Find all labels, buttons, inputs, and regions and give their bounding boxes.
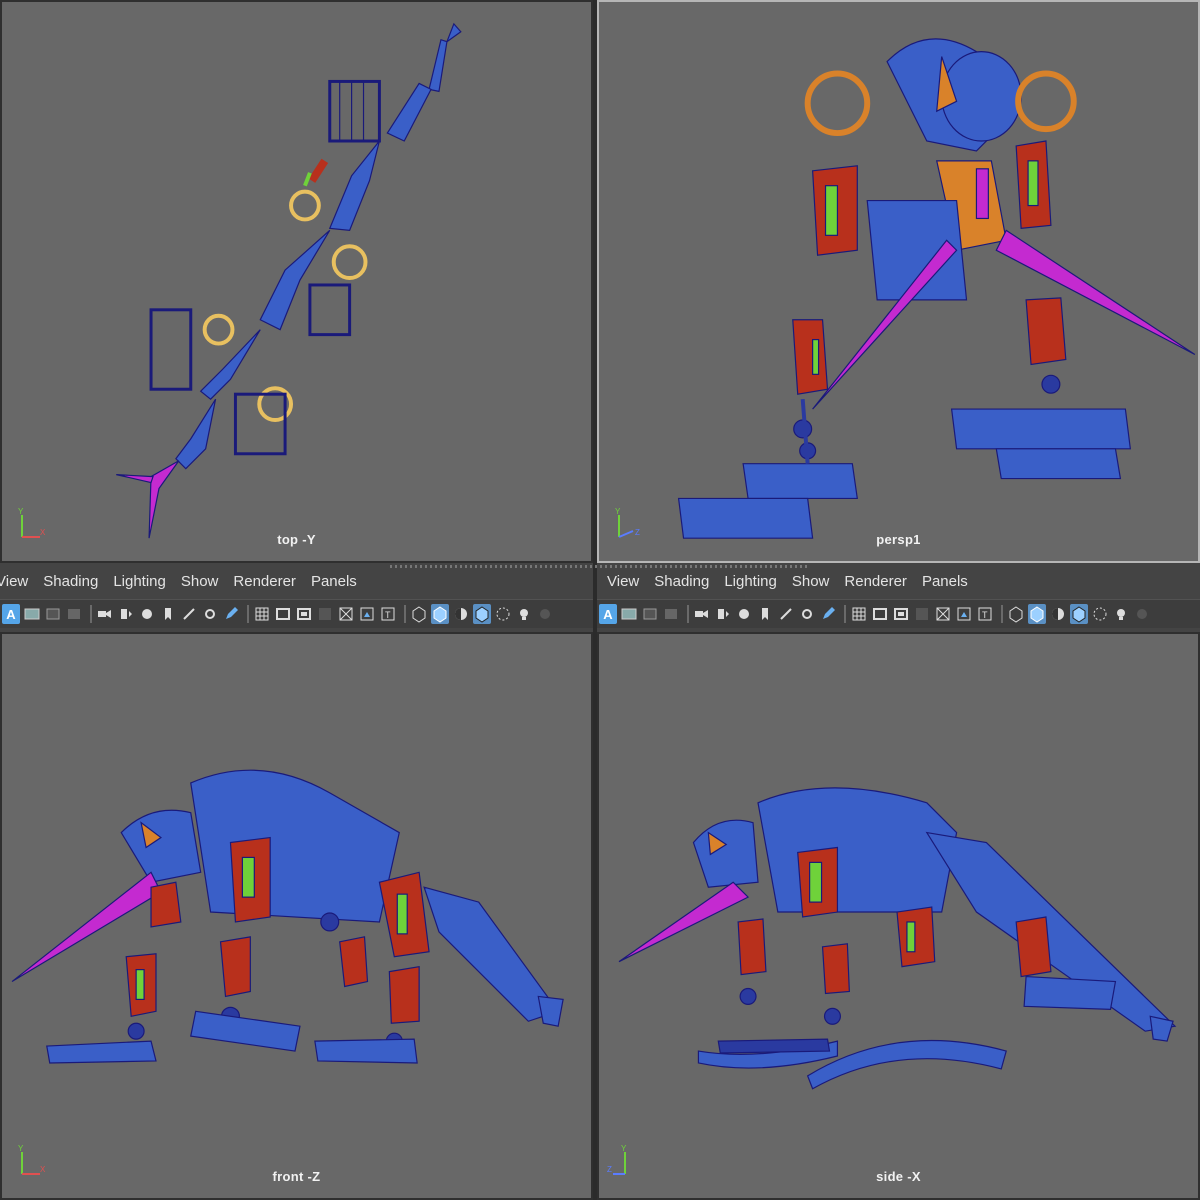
panel-menu-left: View Shading Lighting Show Renderer Pane… [0,563,593,599]
bookmark-flag-icon[interactable] [159,604,177,624]
grease-pencil-icon[interactable] [117,604,135,624]
resolution-gate-icon[interactable] [892,604,910,624]
menu-lighting[interactable]: Lighting [724,573,777,590]
lights-icon[interactable] [515,604,533,624]
viewport-side[interactable]: Y Z side -X [597,632,1200,1200]
axis-y-label: Y [621,1144,627,1153]
viewport-front[interactable]: Y X front -Z [0,632,593,1200]
camera-icon[interactable] [735,604,753,624]
snap-icon[interactable] [180,604,198,624]
grease-pencil-icon[interactable] [714,604,732,624]
robot-model-side-view[interactable] [599,634,1198,1198]
image-plane-icon[interactable] [65,604,83,624]
2d-pan-zoom-icon[interactable] [96,604,114,624]
wireframe-icon[interactable] [1007,604,1025,624]
panel-toolbar-right: View Shading Lighting Show Renderer Pane… [597,563,1200,632]
menu-view[interactable]: View [0,573,28,590]
textured-icon[interactable] [494,604,512,624]
film-gate-icon[interactable] [871,604,889,624]
menu-shading[interactable]: Shading [654,573,709,590]
gate-mask-icon[interactable] [316,604,334,624]
bookmark-icon[interactable] [44,604,62,624]
gate-mask-icon[interactable] [913,604,931,624]
pan-icon[interactable] [798,604,816,624]
2d-pan-zoom-icon[interactable] [693,604,711,624]
axis-y-label: Y [18,1144,24,1153]
textured-icon[interactable] [1091,604,1109,624]
svg-text:T: T [385,610,391,620]
bookmark-flag-icon[interactable] [756,604,774,624]
default-material-icon[interactable] [452,604,470,624]
viewport-persp[interactable]: Y Z persp1 [597,0,1200,563]
menu-show[interactable]: Show [181,573,219,590]
shadows-icon[interactable] [1133,604,1151,624]
field-chart-icon[interactable] [337,604,355,624]
image-plane-icon[interactable] [662,604,680,624]
pane-resize-handle[interactable] [390,565,810,568]
bookmark-icon[interactable] [641,604,659,624]
safe-action-icon[interactable] [358,604,376,624]
menu-renderer[interactable]: Renderer [844,573,907,590]
camera-label-top: top -Y [277,532,316,547]
menu-panels[interactable]: Panels [311,573,357,590]
axis-y-label: Y [18,507,24,516]
safe-action-icon[interactable] [955,604,973,624]
snap-icon[interactable] [777,604,795,624]
menu-renderer[interactable]: Renderer [233,573,296,590]
lights-icon[interactable] [1112,604,1130,624]
select-camera-icon[interactable]: A [2,604,20,624]
menu-panels[interactable]: Panels [922,573,968,590]
icon-bar-left: A T [0,599,593,628]
smooth-shade-icon[interactable] [431,604,449,624]
menu-shading[interactable]: Shading [43,573,98,590]
robot-model-persp-view[interactable] [599,2,1198,561]
camera-label-front: front -Z [272,1169,321,1184]
pan-icon[interactable] [201,604,219,624]
default-material-icon[interactable] [1049,604,1067,624]
menu-view[interactable]: View [607,573,639,590]
pencil-icon[interactable] [819,604,837,624]
wireframe-on-shaded-icon[interactable] [1070,604,1088,624]
shadows-icon[interactable] [536,604,554,624]
grid-icon[interactable] [850,604,868,624]
select-camera-icon[interactable]: A [599,604,617,624]
grid-icon[interactable] [253,604,271,624]
robot-model-top-view[interactable] [2,2,591,561]
axis-y-label: Y [615,507,621,516]
panel-toolbar-left: View Shading Lighting Show Renderer Pane… [0,563,593,632]
camera-attributes-icon[interactable] [620,604,638,624]
pencil-icon[interactable] [222,604,240,624]
safe-title-icon[interactable]: T [379,604,397,624]
robot-model-front-view[interactable] [2,634,591,1198]
menu-show[interactable]: Show [792,573,830,590]
wireframe-icon[interactable] [410,604,428,624]
viewport-top[interactable]: Y X top -Y [0,0,593,563]
smooth-shade-icon[interactable] [1028,604,1046,624]
camera-icon[interactable] [138,604,156,624]
wireframe-on-shaded-icon[interactable] [473,604,491,624]
field-chart-icon[interactable] [934,604,952,624]
camera-label-side: side -X [876,1169,921,1184]
resolution-gate-icon[interactable] [295,604,313,624]
film-gate-icon[interactable] [274,604,292,624]
panel-menu-right: View Shading Lighting Show Renderer Pane… [597,563,1200,599]
camera-label-persp: persp1 [876,532,921,547]
icon-bar-right: A T [597,599,1200,628]
safe-title-icon[interactable]: T [976,604,994,624]
svg-text:T: T [982,610,988,620]
camera-attributes-icon[interactable] [23,604,41,624]
menu-lighting[interactable]: Lighting [113,573,166,590]
